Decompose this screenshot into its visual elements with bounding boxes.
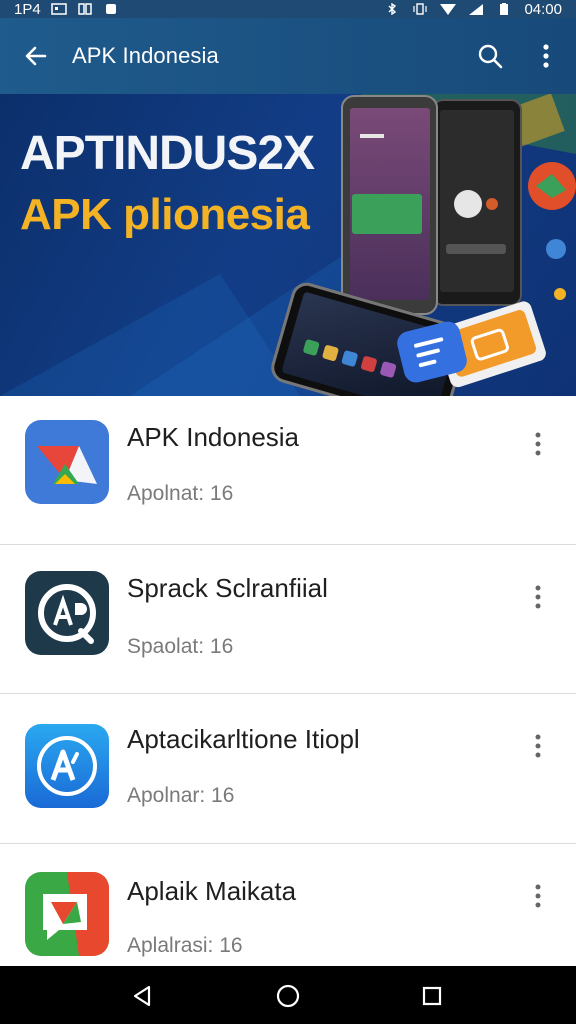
signal-icon	[469, 4, 484, 15]
app-name: Sprack Sclranfiial	[127, 573, 328, 603]
app-notification-icon	[105, 4, 116, 14]
item-menu-button[interactable]	[528, 426, 548, 462]
nav-recents-button[interactable]	[414, 978, 450, 1014]
app-icon-sprack	[25, 571, 109, 655]
list-item[interactable]: APK Indonesia Apolnat: 16	[0, 396, 576, 545]
bluetooth-icon	[388, 3, 397, 15]
item-menu-button[interactable]	[528, 579, 548, 615]
more-vertical-icon	[535, 432, 541, 456]
book-notification-icon	[77, 3, 92, 15]
app-icon-apk-indonesia	[25, 420, 109, 504]
search-icon	[478, 44, 503, 69]
app-icon-aptacikar	[25, 724, 109, 808]
app-name: APK Indonesia	[127, 422, 300, 452]
app-meta: Aplalrasi: 16	[127, 934, 243, 957]
battery-icon	[500, 3, 509, 15]
more-vertical-icon	[543, 44, 549, 68]
gallery-notification-icon	[50, 3, 67, 15]
wifi-icon	[440, 4, 457, 15]
system-nav-bar	[0, 966, 576, 1024]
app-name: Aptacikarltione Itiopl	[127, 724, 360, 754]
item-menu-button[interactable]	[528, 728, 548, 764]
app-meta: Apolnar: 16	[127, 784, 235, 807]
nav-back-button[interactable]	[124, 978, 160, 1014]
status-bar: 1P4 04:00	[0, 0, 576, 18]
list-item[interactable]: Aptacikarltione Itiopl Apolnar: 16	[0, 694, 576, 844]
more-vertical-icon	[535, 585, 541, 609]
app-meta: Apolnat: 16	[127, 482, 234, 505]
more-vertical-icon	[535, 734, 541, 758]
triangle-back-icon	[133, 985, 151, 1007]
app-list: APK Indonesia Apolnat: 16 Sprack Sclranf…	[0, 396, 576, 980]
list-item[interactable]: Aplaik Maikata Aplalrasi: 16	[0, 844, 576, 980]
app-icon-aplaik-maikata	[25, 872, 109, 956]
more-vertical-icon	[535, 884, 541, 908]
banner-subheadline: APK plionesia	[20, 190, 310, 239]
overflow-menu-button[interactable]	[532, 38, 560, 74]
app-meta: Spaolat: 16	[127, 635, 234, 658]
banner-headline: APTINDUS2X	[20, 127, 315, 180]
promo-banner[interactable]: APTINDUS2X APK plionesia	[0, 94, 576, 396]
app-name: Aplaik Maikata	[127, 876, 297, 906]
back-button[interactable]	[18, 38, 54, 74]
circle-home-icon	[276, 984, 300, 1008]
nav-home-button[interactable]	[270, 978, 306, 1014]
page-title: APK Indonesia	[72, 43, 219, 68]
list-item[interactable]: Sprack Sclranfiial Spaolat: 16	[0, 545, 576, 694]
square-recents-icon	[422, 986, 442, 1006]
arrow-left-icon	[25, 46, 47, 66]
item-menu-button[interactable]	[528, 878, 548, 914]
status-left-text: 1P4	[14, 0, 41, 18]
search-button[interactable]	[472, 38, 508, 74]
app-bar: APK Indonesia	[0, 18, 576, 94]
vibrate-icon	[413, 3, 428, 15]
status-time: 04:00	[524, 0, 562, 18]
